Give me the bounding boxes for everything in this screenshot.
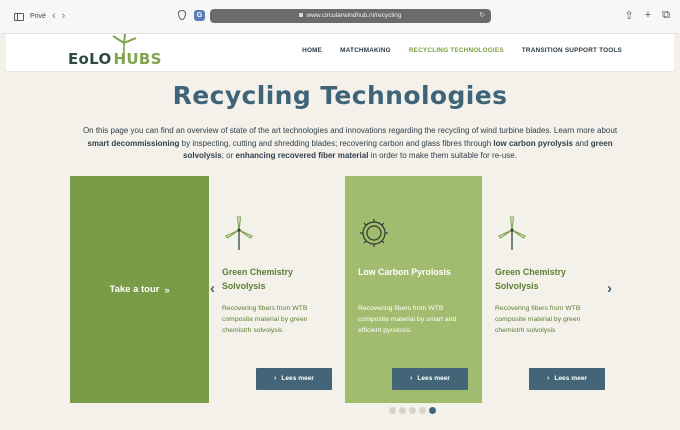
- card-title: Low Carbon Pyrolosis: [358, 267, 451, 277]
- card-description: Recovering fibers from WTB composite mat…: [495, 305, 581, 334]
- new-tab-icon[interactable]: +: [645, 9, 651, 22]
- pagination-dot[interactable]: [389, 407, 396, 414]
- sidebar-toggle-icon[interactable]: [14, 12, 24, 21]
- double-chevron-right-icon: »: [164, 284, 170, 295]
- pagination-dot[interactable]: [419, 407, 426, 414]
- button-label: Lees meer: [417, 375, 450, 382]
- browser-toolbar: Privé ‹ › G www.circularwindhub.nl/recyc…: [0, 0, 680, 34]
- intro-part: in order to make them suitable for re-us…: [368, 151, 517, 160]
- logo-eolo-text: EoLO: [68, 50, 112, 68]
- wind-turbine-icon: [225, 216, 253, 250]
- tab-overview-icon[interactable]: ⧉: [662, 9, 670, 22]
- tech-card: Green Chemistry Solvolysis Recovering fi…: [209, 176, 346, 403]
- nav-home[interactable]: HOME: [302, 47, 322, 54]
- tab-group-label[interactable]: Privé: [30, 13, 46, 20]
- page-title: Recycling Technologies: [172, 81, 508, 110]
- intro-part: and: [573, 138, 591, 148]
- wind-turbine-icon: [498, 216, 526, 250]
- nav-recycling-technologies[interactable]: RECYCLING TECHNOLOGIES: [409, 47, 504, 54]
- nav-transition-support-tools[interactable]: TRANSITION SUPPORT TOOLS: [522, 47, 622, 54]
- share-icon[interactable]: ⇧: [624, 9, 633, 22]
- carousel-next-arrow-icon[interactable]: ›: [607, 281, 612, 296]
- chevron-right-icon: ›: [274, 375, 277, 382]
- address-bar[interactable]: www.circularwindhub.nl/recycling ↻: [210, 9, 491, 23]
- chevron-right-icon: ›: [410, 375, 413, 382]
- lees-meer-button[interactable]: › Lees meer: [529, 368, 605, 390]
- carousel-prev-arrow-icon[interactable]: ‹: [210, 281, 215, 296]
- pagination-dot[interactable]: [409, 407, 416, 414]
- intro-part: by inspecting, cutting and shredding bla…: [179, 138, 494, 148]
- logo-turbine-icon: [112, 34, 137, 60]
- intro-text: On this page you can find an overview of…: [80, 125, 620, 163]
- card-title: Green Chemistry Solvolysis: [222, 267, 293, 291]
- main-nav: HOME MATCHMAKING RECYCLING TECHNOLOGIES …: [302, 47, 622, 54]
- lees-meer-button[interactable]: › Lees meer: [256, 368, 332, 390]
- intro-part: ; or: [221, 151, 236, 160]
- gear-icon: [360, 219, 388, 247]
- take-a-tour-panel[interactable]: Take a tour »: [70, 176, 209, 403]
- button-label: Lees meer: [281, 375, 314, 382]
- chevron-right-icon: ›: [547, 375, 550, 382]
- pagination-dot[interactable]: [399, 407, 406, 414]
- take-a-tour-label: Take a tour: [109, 284, 160, 295]
- card-title: Green Chemistry Solvolysis: [495, 267, 566, 291]
- intro-bold-enhancing-fiber: enhancing recovered fiber material: [235, 151, 369, 160]
- tech-card-active: Low Carbon Pyrolosis Recovering fibers f…: [345, 176, 482, 403]
- intro-part: On this page you can find an overview of…: [82, 126, 618, 135]
- privacy-shield-icon[interactable]: [178, 10, 186, 20]
- site-header: EoLO HUBS HOME MATCHMAKING RECYCLING TEC…: [6, 34, 674, 72]
- lock-icon: [299, 13, 304, 18]
- carousel-pagination: [389, 407, 436, 414]
- eolo-hubs-logo[interactable]: EoLO HUBS: [68, 34, 162, 68]
- pagination-dot-active[interactable]: [429, 407, 436, 414]
- intro-bold-low-carbon-pyrolysis: low carbon pyrolysis: [493, 138, 573, 148]
- button-label: Lees meer: [554, 375, 587, 382]
- lees-meer-button[interactable]: › Lees meer: [392, 368, 468, 390]
- back-arrow-icon[interactable]: ‹: [52, 11, 56, 22]
- card-description: Recovering fibers from WTB composite mat…: [222, 305, 308, 334]
- nav-matchmaking[interactable]: MATCHMAKING: [340, 47, 391, 54]
- extension-icon[interactable]: G: [194, 10, 205, 21]
- url-text: www.circularwindhub.nl/recycling: [306, 12, 402, 19]
- intro-bold-smart-decommissioning: smart decommissioning: [87, 138, 180, 148]
- forward-arrow-icon[interactable]: ›: [62, 11, 66, 22]
- reload-icon[interactable]: ↻: [479, 9, 485, 23]
- card-description: Recovering fibers from WTB composite mat…: [358, 305, 457, 334]
- tech-card: Green Chemistry Solvolysis Recovering fi…: [482, 176, 619, 403]
